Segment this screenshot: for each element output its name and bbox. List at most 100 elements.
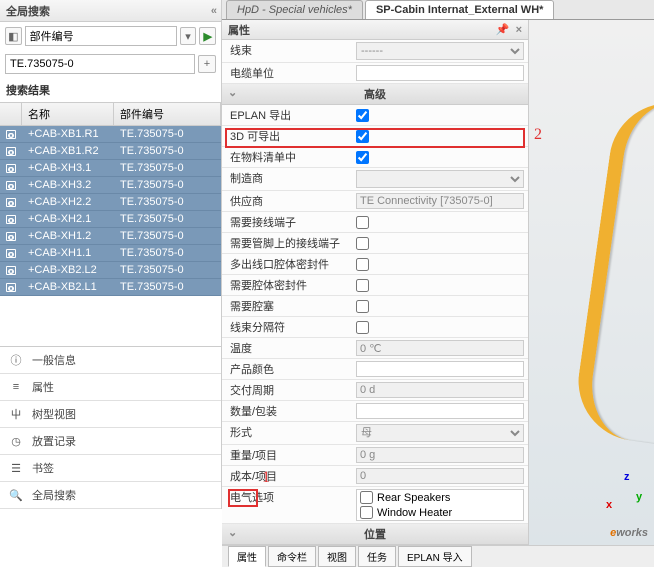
prop-label: 在物料清单中	[222, 147, 352, 167]
prop-input[interactable]	[356, 65, 524, 81]
prop-readonly	[356, 468, 524, 484]
table-row[interactable]: +CAB-XB1.R1TE.735075-0	[0, 126, 221, 143]
sidebar-item[interactable]: ⼬树型视图	[0, 401, 221, 428]
col-name[interactable]: 名称	[22, 103, 114, 125]
connector-icon	[6, 283, 16, 292]
3d-viewport[interactable]: zyx eworks	[529, 20, 654, 545]
prop-row: 产品颜色	[222, 359, 528, 380]
table-row[interactable]: +CAB-XH1.1TE.735075-0	[0, 245, 221, 262]
bottom-tab[interactable]: EPLAN 导入	[398, 546, 472, 567]
connector-icon	[6, 130, 16, 139]
table-row[interactable]: +CAB-XH2.1TE.735075-0	[0, 211, 221, 228]
axis-gizmo[interactable]: zyx	[606, 471, 646, 511]
bottom-tab[interactable]: 任务	[358, 546, 396, 567]
sidebar-item[interactable]: ☰书签	[0, 455, 221, 482]
sidebar-item[interactable]: ⓘ一般信息	[0, 347, 221, 374]
sidebar-nav: ⓘ一般信息≡属性⼬树型视图◷放置记录☰书签🔍全局搜索	[0, 346, 221, 509]
connector-icon	[6, 232, 16, 241]
prop-checkbox[interactable]	[356, 216, 369, 229]
sidebar-item[interactable]: 🔍全局搜索	[0, 482, 221, 509]
cable-model	[571, 95, 654, 444]
prop-checkbox[interactable]	[356, 237, 369, 250]
prop-label: 需要管脚上的接线端子	[222, 233, 352, 253]
bottom-tab[interactable]: 命令栏	[268, 546, 316, 567]
search-input[interactable]	[5, 54, 195, 74]
doc-tabs: HpD - Special vehicles*SP-Cabin Internat…	[222, 0, 654, 20]
prop-checkbox[interactable]	[356, 130, 369, 143]
prop-label: 线束	[222, 40, 352, 62]
prop-checkbox[interactable]	[356, 151, 369, 164]
prop-checkbox[interactable]	[356, 279, 369, 292]
global-search-header: 全局搜索 «	[0, 0, 221, 22]
add-search-button[interactable]: +	[198, 55, 216, 73]
prop-checkbox[interactable]	[356, 300, 369, 313]
prop-label: 需要接线端子	[222, 212, 352, 232]
table-row[interactable]: +CAB-XH2.2TE.735075-0	[0, 194, 221, 211]
table-row[interactable]: +CAB-XH1.2TE.735075-0	[0, 228, 221, 245]
dropdown-icon[interactable]: ▾	[180, 27, 197, 45]
prop-label: 3D 可导出	[222, 126, 352, 146]
doc-tab[interactable]: HpD - Special vehicles*	[226, 0, 363, 19]
sidebar-icon: ⓘ	[8, 352, 24, 368]
bottom-tab[interactable]: 视图	[318, 546, 356, 567]
table-row[interactable]: +CAB-XB1.R2TE.735075-0	[0, 143, 221, 160]
prop-input[interactable]	[356, 361, 524, 377]
prop-label: 电缆单位	[222, 63, 352, 83]
close-icon[interactable]: ×	[516, 24, 522, 36]
prop-row: 交付周期	[222, 380, 528, 401]
search-field-select[interactable]	[25, 26, 177, 46]
sidebar-item[interactable]: ◷放置记录	[0, 428, 221, 455]
elec-options[interactable]: Rear Speakers Window Heater	[356, 489, 524, 521]
connector-icon	[6, 164, 16, 173]
prop-row: 重量/项目	[222, 445, 528, 466]
panel-title: 全局搜索	[6, 3, 50, 19]
prop-readonly	[356, 340, 524, 356]
results-table: 名称 部件编号 +CAB-XB1.R1TE.735075-0+CAB-XB1.R…	[0, 102, 221, 296]
prop-row: 多出线口腔体密封件	[222, 254, 528, 275]
col-pn[interactable]: 部件编号	[114, 103, 221, 125]
prop-label: 重量/项目	[222, 445, 352, 465]
group-advanced[interactable]: ⌄高级	[222, 84, 528, 105]
sidebar-icon: ◷	[8, 433, 24, 449]
table-row[interactable]: +CAB-XB2.L1TE.735075-0	[0, 279, 221, 296]
pin-icon[interactable]: 📌	[496, 23, 510, 36]
prop-checkbox[interactable]	[356, 321, 369, 334]
run-search-button[interactable]: ▶	[199, 27, 216, 45]
prop-row: 需要接线端子	[222, 212, 528, 233]
connector-icon	[6, 215, 16, 224]
doc-tab[interactable]: SP-Cabin Internat_External WH*	[365, 0, 554, 19]
sidebar-item[interactable]: ≡属性	[0, 374, 221, 401]
prop-label: 产品颜色	[222, 359, 352, 379]
prop-label: 数量/包装	[222, 401, 352, 421]
watermark-logo: eworks	[610, 523, 648, 539]
prop-input[interactable]	[356, 403, 524, 419]
table-row[interactable]: +CAB-XB2.L2TE.735075-0	[0, 262, 221, 279]
prop-row: 线束分隔符	[222, 317, 528, 338]
prop-checkbox[interactable]	[356, 258, 369, 271]
prop-checkbox[interactable]	[356, 109, 369, 122]
prop-select[interactable]	[356, 170, 524, 188]
properties-panel: 属性 📌 × 线束------电缆单位⌄高级EPLAN 导出3D 可导出在物料清…	[222, 20, 529, 545]
prop-label: 线束分隔符	[222, 317, 352, 337]
collapse-icon[interactable]: «	[211, 5, 215, 17]
prop-row: 电缆单位	[222, 63, 528, 84]
prop-readonly	[356, 382, 524, 398]
prop-label: 需要腔塞	[222, 296, 352, 316]
table-row[interactable]: +CAB-XH3.1TE.735075-0	[0, 160, 221, 177]
prop-label: 供应商	[222, 191, 352, 211]
annotation-1: 1	[262, 469, 270, 487]
prop-row: 形式母	[222, 422, 528, 445]
prop-select[interactable]: 母	[356, 424, 524, 442]
prop-label: 温度	[222, 338, 352, 358]
prop-label: 电气选项	[222, 487, 352, 523]
prop-row: 电气选项 Rear Speakers Window Heater	[222, 487, 528, 524]
field-icon[interactable]: ◧	[5, 27, 22, 45]
prop-row: 需要腔塞	[222, 296, 528, 317]
table-row[interactable]: +CAB-XH3.2TE.735075-0	[0, 177, 221, 194]
bottom-tabs: 属性命令栏视图任务EPLAN 导入	[222, 545, 654, 567]
prop-row: 需要腔体密封件	[222, 275, 528, 296]
prop-row: 在物料清单中	[222, 147, 528, 168]
bottom-tab[interactable]: 属性	[228, 546, 266, 567]
group-position[interactable]: ⌄位置	[222, 524, 528, 545]
prop-select[interactable]: ------	[356, 42, 524, 60]
